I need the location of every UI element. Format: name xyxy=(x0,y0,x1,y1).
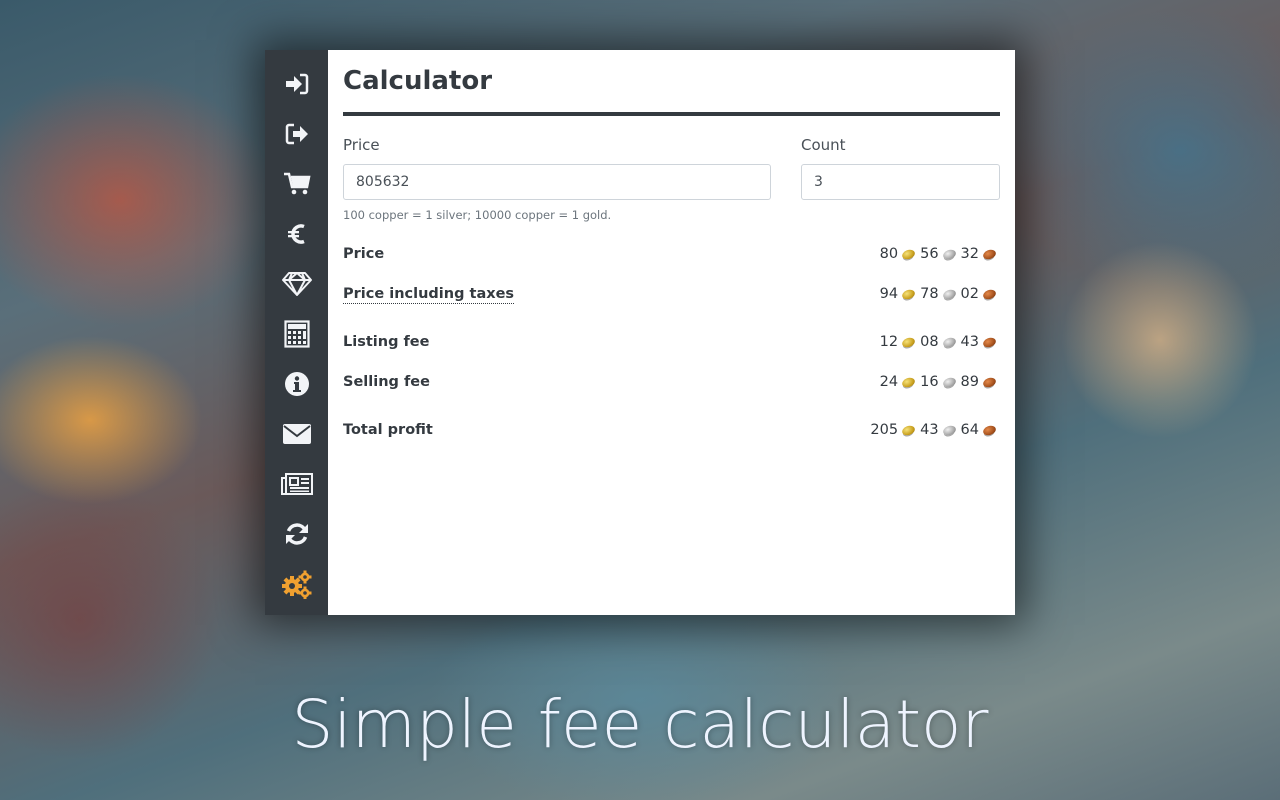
silver-amount: 56 xyxy=(920,246,939,262)
copper-amount: 64 xyxy=(960,422,979,438)
sidebar-item-settings[interactable] xyxy=(265,564,328,604)
gold-amount: 24 xyxy=(879,374,899,390)
silver-coin-icon xyxy=(941,423,957,437)
sidebar xyxy=(265,50,328,615)
sidebar-item-gems[interactable] xyxy=(265,264,328,304)
gold-coin-icon xyxy=(900,335,917,349)
gold-coin-icon xyxy=(900,375,917,389)
silver-coin-icon xyxy=(941,375,957,389)
copper-coin-icon xyxy=(981,287,998,301)
result-value-listing-fee: 12 08 43 xyxy=(880,334,999,350)
envelope-icon xyxy=(282,423,312,445)
result-label-price-including-taxes[interactable]: Price including taxes xyxy=(343,286,515,304)
price-label: Price xyxy=(343,136,380,154)
copper-amount: 32 xyxy=(960,246,979,262)
result-value-price: 80 56 32 xyxy=(880,246,999,262)
result-label-listing-fee: Listing fee xyxy=(343,334,430,350)
price-input[interactable] xyxy=(343,164,771,200)
euro-icon xyxy=(287,222,307,246)
gears-icon xyxy=(281,569,313,599)
sidebar-item-calculator[interactable] xyxy=(265,314,328,354)
sidebar-item-currency[interactable] xyxy=(265,214,328,254)
result-value-price-including-taxes: 94 78 02 xyxy=(880,286,999,302)
result-label-selling-fee: Selling fee xyxy=(343,374,430,390)
gold-amount: 12 xyxy=(879,334,899,350)
gold-amount: 80 xyxy=(879,246,899,262)
copper-amount: 02 xyxy=(960,286,979,302)
page-title: Calculator xyxy=(343,66,493,96)
count-label: Count xyxy=(801,136,846,154)
sign-out-icon xyxy=(284,122,310,146)
result-value-selling-fee: 24 16 89 xyxy=(880,374,999,390)
refresh-icon xyxy=(284,521,310,547)
sidebar-item-sign-in[interactable] xyxy=(265,64,328,104)
result-value-total-profit: 205 43 64 xyxy=(870,422,999,438)
silver-amount: 43 xyxy=(920,422,939,438)
title-divider xyxy=(343,112,1000,116)
sidebar-item-sign-out[interactable] xyxy=(265,114,328,154)
copper-amount: 43 xyxy=(960,334,979,350)
result-label-total-profit: Total profit xyxy=(343,422,433,438)
gold-coin-icon xyxy=(900,287,917,301)
silver-coin-icon xyxy=(941,287,957,301)
copper-coin-icon xyxy=(981,335,998,349)
sidebar-item-news[interactable] xyxy=(265,464,328,504)
calculator-panel: Calculator Price Count 100 copper = 1 si… xyxy=(328,50,1015,615)
sidebar-item-info[interactable] xyxy=(265,364,328,404)
count-input[interactable] xyxy=(801,164,1000,200)
shopping-cart-icon xyxy=(283,172,311,196)
promo-caption: Simple fee calculator xyxy=(291,686,989,763)
copper-coin-icon xyxy=(981,423,998,437)
gold-amount: 205 xyxy=(870,422,899,438)
silver-coin-icon xyxy=(941,247,957,261)
copper-amount: 89 xyxy=(960,374,979,390)
silver-amount: 08 xyxy=(920,334,939,350)
gold-amount: 94 xyxy=(879,286,899,302)
silver-amount: 16 xyxy=(920,374,939,390)
gold-coin-icon xyxy=(900,423,917,437)
sidebar-item-cart[interactable] xyxy=(265,164,328,204)
info-icon xyxy=(284,371,310,397)
diamond-icon xyxy=(281,271,313,297)
result-label-price: Price xyxy=(343,246,385,262)
copper-coin-icon xyxy=(981,247,998,261)
currency-help-text: 100 copper = 1 silver; 10000 copper = 1 … xyxy=(343,208,612,222)
sidebar-item-mail[interactable] xyxy=(265,414,328,454)
copper-coin-icon xyxy=(981,375,998,389)
sign-in-icon xyxy=(284,72,310,96)
gold-coin-icon xyxy=(900,247,917,261)
sidebar-item-refresh[interactable] xyxy=(265,514,328,554)
newspaper-icon xyxy=(280,472,313,496)
silver-coin-icon xyxy=(941,335,957,349)
silver-amount: 78 xyxy=(920,286,939,302)
calculator-icon xyxy=(283,320,310,348)
